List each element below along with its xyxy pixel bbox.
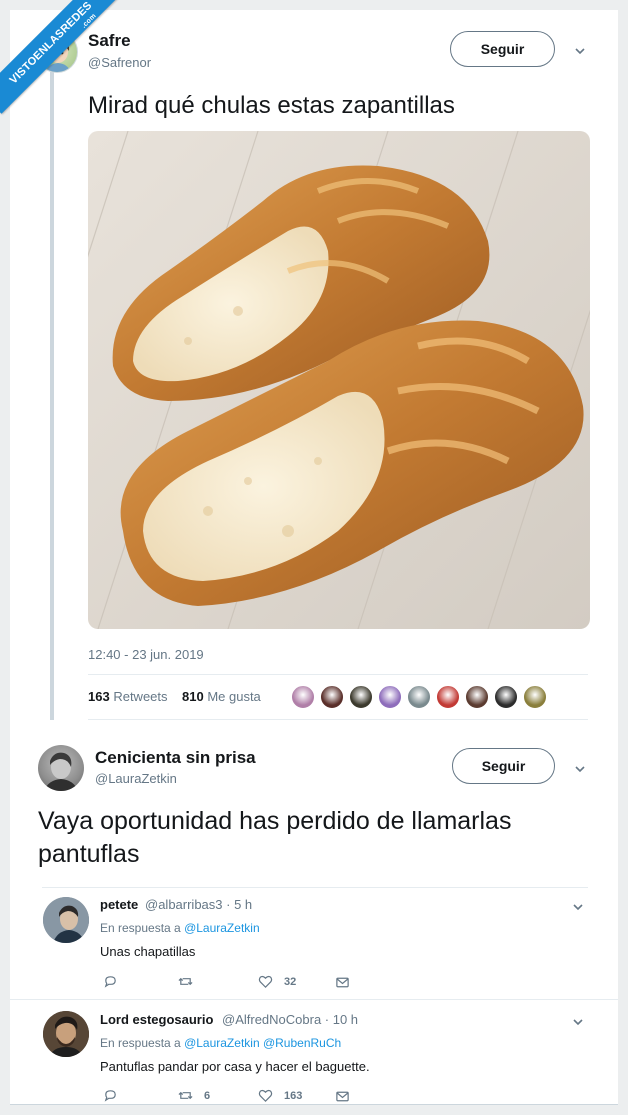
liker-avatar[interactable] [436, 685, 460, 709]
author-handle[interactable]: @LauraZetkin [95, 771, 177, 786]
reply-author-handle[interactable]: @AlfredNoCobra · 10 h [222, 1012, 358, 1027]
avatar[interactable] [43, 1011, 89, 1057]
message-action[interactable] [335, 1089, 350, 1104]
reply-context: En respuesta a @LauraZetkin @RubenRuCh [100, 1036, 341, 1050]
like-action[interactable]: 32 [258, 974, 296, 989]
tweet-text-line2: pantuflas [38, 840, 140, 868]
like-count: 32 [284, 975, 297, 988]
liker-avatar[interactable] [378, 685, 402, 709]
divider [88, 674, 588, 675]
bread-slippers-image [88, 131, 590, 629]
heart-icon [258, 1089, 273, 1102]
retweet-action[interactable] [178, 974, 193, 989]
tweet-photo[interactable] [88, 131, 590, 629]
page-frame: VISTOENLASREDES .com Safre @Safrenor Seg… [0, 0, 628, 1115]
liker-avatar[interactable] [349, 685, 373, 709]
like-action[interactable]: 163 [258, 1088, 302, 1103]
follow-button[interactable]: Seguir [452, 748, 555, 784]
retweets-label[interactable]: Retweets [113, 689, 167, 704]
reply-action[interactable] [103, 974, 118, 989]
liker-avatar[interactable] [523, 685, 547, 709]
chevron-down-icon[interactable] [572, 901, 584, 913]
liker-avatar[interactable] [465, 685, 489, 709]
reply-prefix: En respuesta a [100, 1036, 181, 1050]
author-name[interactable]: Cenicienta sin prisa [95, 748, 256, 768]
avatar[interactable] [43, 897, 89, 943]
reply-icon [104, 1090, 116, 1102]
reply-icon [104, 976, 116, 988]
reply-to-link[interactable]: @LauraZetkin @RubenRuCh [184, 1036, 341, 1050]
reply-author-name[interactable]: petete [100, 897, 138, 912]
tweet-text: Mirad qué chulas estas zapantillas [88, 92, 455, 119]
message-action[interactable] [335, 975, 350, 990]
follow-button[interactable]: Seguir [450, 31, 555, 67]
retweet-icon [178, 977, 193, 986]
envelope-icon [336, 977, 349, 988]
reply-to-link[interactable]: @LauraZetkin [184, 921, 260, 935]
avatar-photo [44, 752, 78, 791]
heart-icon [258, 975, 273, 988]
avatar-photo [43, 897, 89, 943]
divider [10, 999, 618, 1000]
retweet-count: 6 [204, 1089, 211, 1102]
liker-avatar[interactable] [291, 685, 315, 709]
author-handle[interactable]: @Safrenor [88, 55, 151, 70]
retweet-action[interactable]: 6 [178, 1088, 210, 1103]
likes-label[interactable]: Me gusta [207, 689, 260, 704]
tweet-timestamp[interactable]: 12:40 - 23 jun. 2019 [88, 647, 204, 662]
reply-text: Unas chapatillas [100, 944, 196, 959]
divider [10, 1104, 618, 1105]
reply-text: Pantuflas pandar por casa y hacer el bag… [100, 1059, 370, 1074]
liker-avatar[interactable] [494, 685, 518, 709]
envelope-icon [336, 1091, 349, 1102]
liker-avatar[interactable] [407, 685, 431, 709]
avatar-photo [43, 1011, 89, 1057]
chevron-down-icon[interactable] [572, 1016, 584, 1028]
retweet-icon [178, 1091, 193, 1100]
tweet-text-line1: Vaya oportunidad has perdido de llamarla… [38, 807, 512, 835]
reply-context: En respuesta a @LauraZetkin [100, 921, 260, 935]
reply-action[interactable] [103, 1088, 118, 1103]
chevron-down-icon[interactable] [574, 45, 586, 57]
divider [88, 719, 588, 720]
likes-count[interactable]: 810 [182, 689, 204, 704]
chevron-down-icon[interactable] [574, 763, 586, 775]
avatar[interactable] [38, 745, 84, 791]
reply-author-handle[interactable]: @albarribas3 · 5 h [145, 897, 252, 912]
retweets-count[interactable]: 163 [88, 689, 110, 704]
divider [42, 887, 588, 888]
tweet-stats: 163 Retweets 810 Me gusta [88, 689, 261, 704]
thread-line [50, 72, 54, 720]
like-count: 163 [284, 1089, 303, 1102]
reply-prefix: En respuesta a [100, 921, 181, 935]
reply-author-name[interactable]: Lord estegosaurio [100, 1012, 213, 1027]
liker-avatar[interactable] [320, 685, 344, 709]
